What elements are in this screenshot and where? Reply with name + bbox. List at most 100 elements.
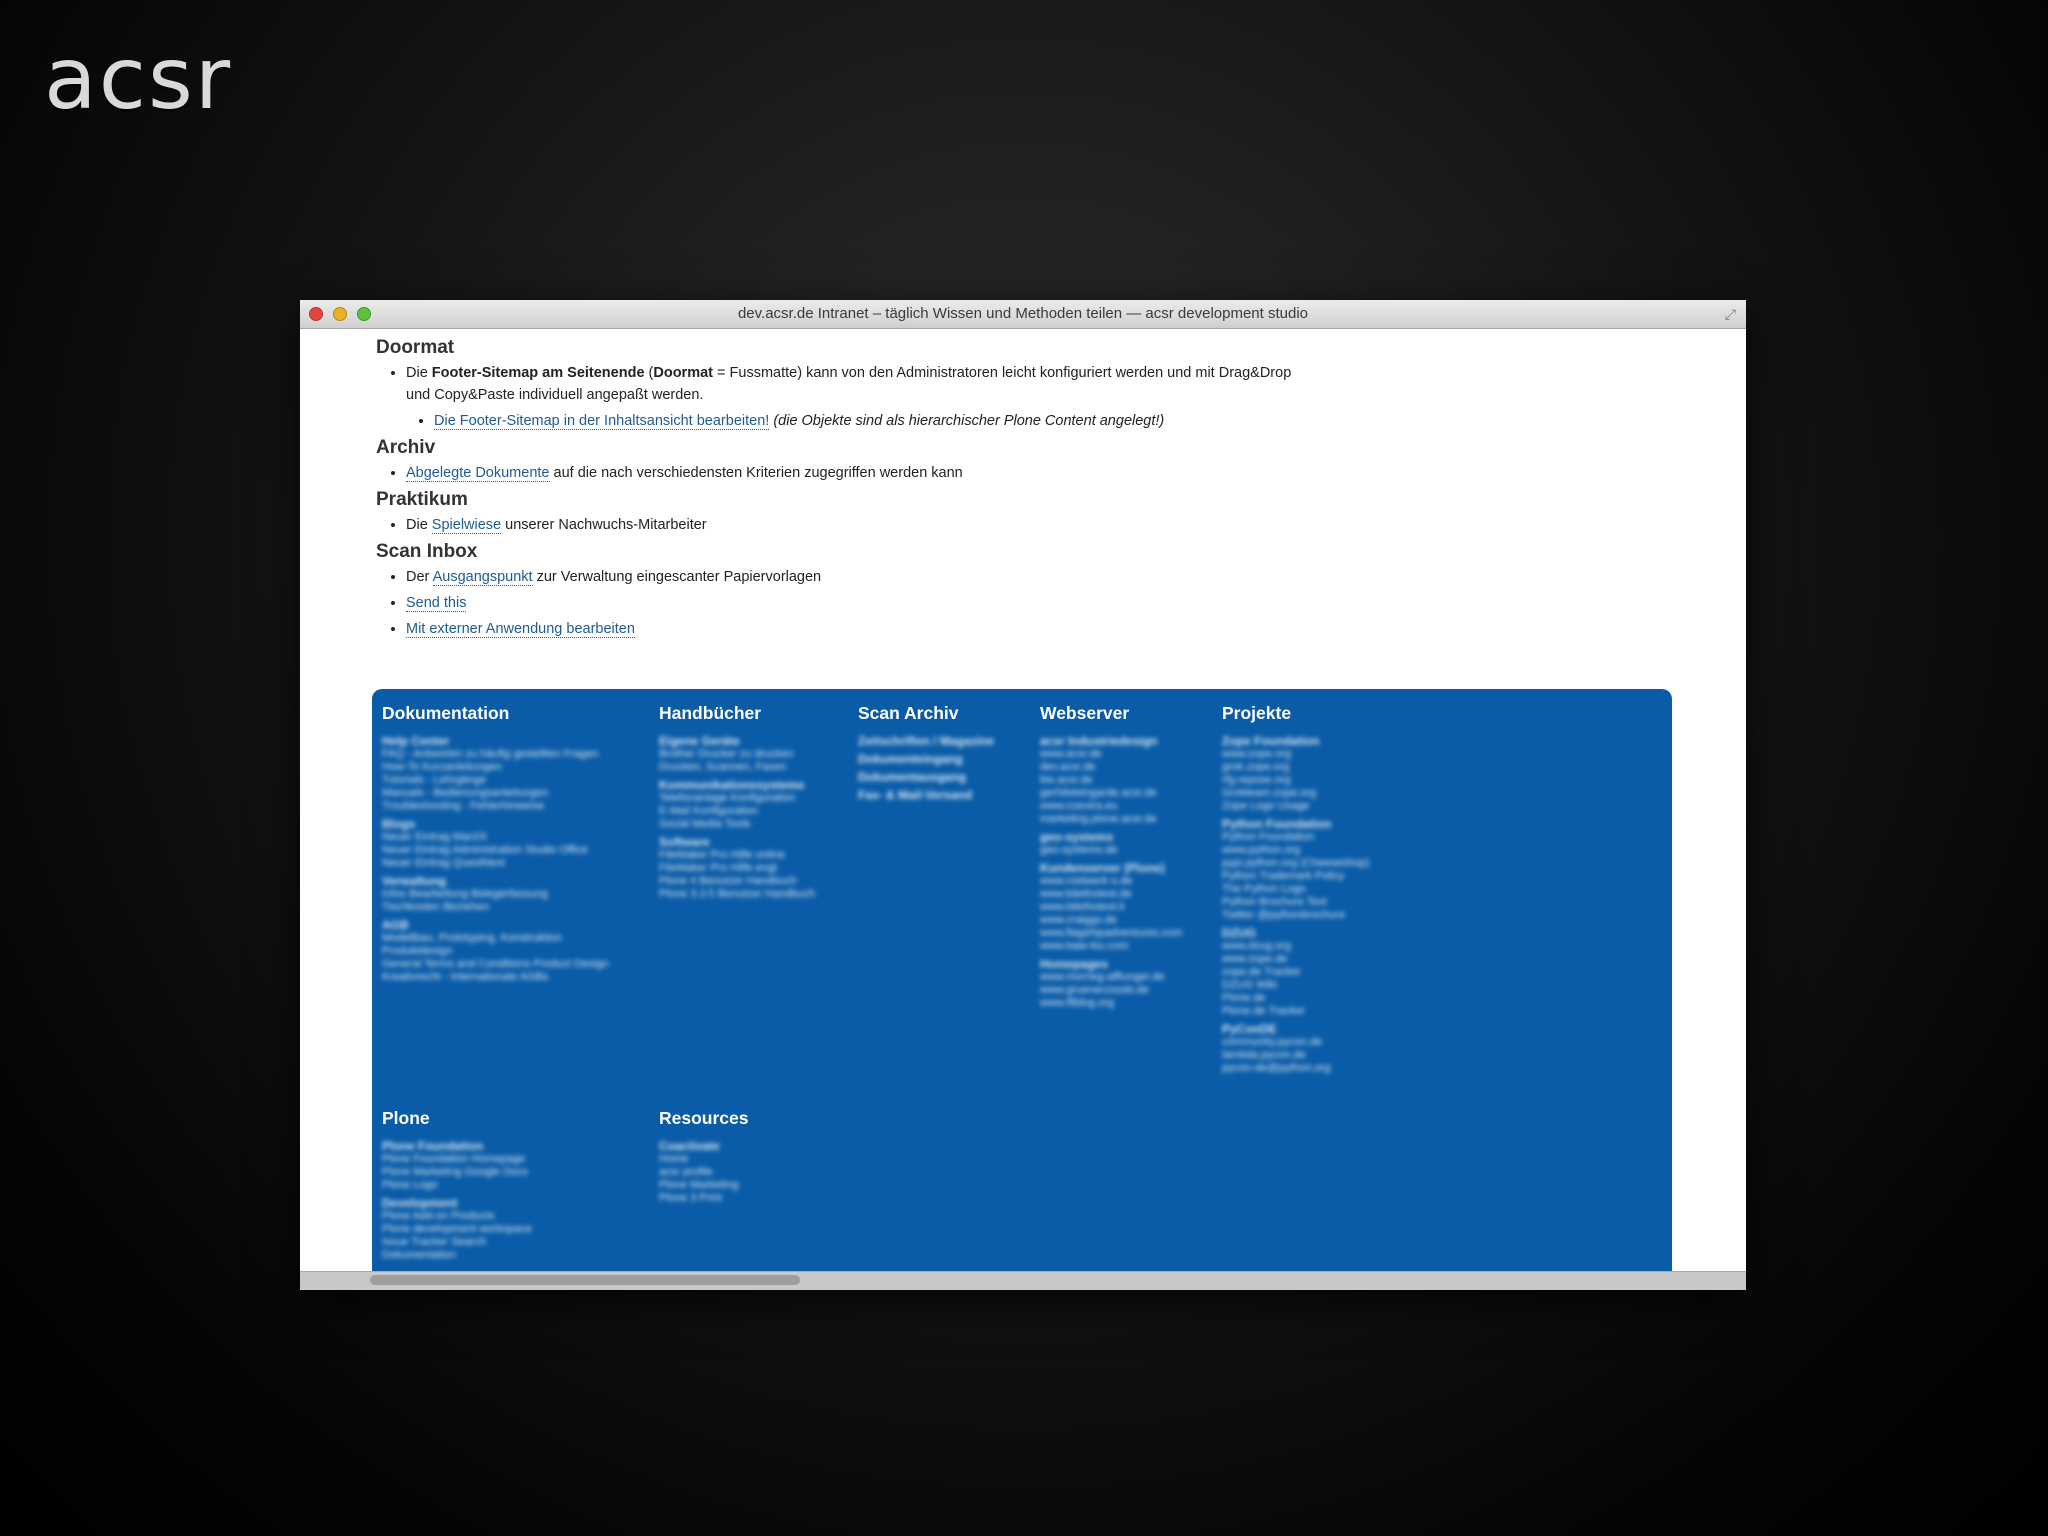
footer-column-heading[interactable]: Webserver bbox=[1040, 703, 1215, 724]
footer-link[interactable]: www.gruenerzoosb.de bbox=[1040, 984, 1215, 997]
footer-link[interactable]: Telefonanlage Konfiguration bbox=[659, 792, 849, 805]
footer-link[interactable]: Plone 3.3.5 Benutzer Handbuch bbox=[659, 888, 849, 901]
footer-link[interactable]: Python Brochure Text bbox=[1222, 896, 1422, 909]
footer-link[interactable]: www.python.org bbox=[1222, 844, 1422, 857]
footer-group-title[interactable]: PyConDE bbox=[1222, 1022, 1422, 1036]
footer-group-title[interactable]: Coactivate bbox=[659, 1139, 849, 1153]
footer-link[interactable]: rfg.repose.org bbox=[1222, 774, 1422, 787]
footer-link[interactable]: zope.de Tracker bbox=[1222, 966, 1422, 979]
footer-group-title[interactable]: Fax- & Mail-Versand bbox=[858, 788, 1033, 802]
footer-link[interactable]: www.zope.de bbox=[1222, 953, 1422, 966]
footer-link[interactable]: Python Trademark Policy bbox=[1222, 870, 1422, 883]
footer-link[interactable]: Kreativrecht - Internationale AGBs bbox=[382, 971, 652, 984]
footer-link[interactable]: Plone.de bbox=[1222, 992, 1422, 1005]
footer-link[interactable]: FileMaker Pro Hilfe online bbox=[659, 849, 849, 862]
footer-link[interactable]: Dokumentation bbox=[382, 1249, 652, 1262]
footer-group-title[interactable]: Python Foundation bbox=[1222, 817, 1422, 831]
footer-link[interactable]: Modellbau, Prototyping, Konstruktion bbox=[382, 932, 652, 945]
footer-link[interactable]: E-Mail Konfiguration bbox=[659, 805, 849, 818]
footer-link[interactable]: www.dzug.org bbox=[1222, 940, 1422, 953]
footer-link[interactable]: www.coextra.eu bbox=[1040, 800, 1215, 813]
footer-link[interactable]: FileMaker Pro Hilfe engl. bbox=[659, 862, 849, 875]
footer-link[interactable]: community.pycon.de bbox=[1222, 1036, 1422, 1049]
playground-link[interactable]: Spielwiese bbox=[431, 517, 502, 534]
footer-link[interactable]: dev.acsr.de bbox=[1040, 761, 1215, 774]
footer-link[interactable]: Plone.de Tracker bbox=[1222, 1005, 1422, 1018]
scrollbar-thumb[interactable] bbox=[370, 1275, 800, 1285]
footer-link[interactable]: Plone 4 Benutzer Handbuch bbox=[659, 875, 849, 888]
fullscreen-icon[interactable]: ⤢ bbox=[1725, 306, 1736, 323]
footer-link[interactable]: Issue Tracker Search bbox=[382, 1236, 652, 1249]
footer-link[interactable]: Neuer Eintrag Mac0X bbox=[382, 831, 652, 844]
footer-column-heading[interactable]: Dokumentation bbox=[382, 703, 652, 724]
footer-group-title[interactable]: Homepages bbox=[1040, 957, 1215, 971]
footer-link[interactable]: Home bbox=[659, 1153, 849, 1166]
footer-link[interactable]: The Python Logo bbox=[1222, 883, 1422, 896]
footer-link[interactable]: marketing.plone.acsr.de bbox=[1040, 813, 1215, 826]
footer-link[interactable]: Python Foundation bbox=[1222, 831, 1422, 844]
footer-link[interactable]: pycon-de@python.org bbox=[1222, 1062, 1422, 1075]
footer-group-title[interactable]: Help Center bbox=[382, 734, 652, 748]
footer-link[interactable]: www.flagshipadventures.com bbox=[1040, 927, 1215, 940]
footer-link[interactable]: How-To Kurzanleitungen bbox=[382, 761, 652, 774]
footer-link[interactable]: www.morrieg-afflunger.de bbox=[1040, 971, 1215, 984]
footer-link[interactable]: Neuer Eintrag Administration Studio Offi… bbox=[382, 844, 652, 857]
footer-link[interactable]: Plone Marketing bbox=[659, 1179, 849, 1192]
footer-link[interactable]: Brother Drucker zu drucken bbox=[659, 748, 849, 761]
footer-link[interactable]: Plone Add-on Products bbox=[382, 1210, 652, 1223]
footer-group-title[interactable]: Dokumenteingang bbox=[858, 752, 1033, 766]
footer-column-heading[interactable]: Scan Archiv bbox=[858, 703, 1033, 724]
footer-group-title[interactable]: DZUG bbox=[1222, 926, 1422, 940]
footer-link[interactable]: Plone Marketing Google Docs bbox=[382, 1166, 652, 1179]
footer-link[interactable]: www.bilethotest.li bbox=[1040, 901, 1215, 914]
footer-link[interactable]: Troubleshooting - Fehlerhinweise bbox=[382, 800, 652, 813]
footer-column-heading[interactable]: Plone bbox=[382, 1108, 652, 1129]
footer-group-title[interactable]: Eigene Geräte bbox=[659, 734, 849, 748]
footer-link[interactable]: www.zope.org bbox=[1222, 748, 1422, 761]
footer-link[interactable]: lambda.pycon.de bbox=[1222, 1049, 1422, 1062]
footer-link[interactable]: FAQ - Antworten zu häufig gestellten Fra… bbox=[382, 748, 652, 761]
footer-link[interactable]: www.bilethotest.de bbox=[1040, 888, 1215, 901]
footer-link[interactable]: pypi.python.org (Cheeseshop) bbox=[1222, 857, 1422, 870]
footer-link[interactable]: Produktdesign bbox=[382, 945, 652, 958]
footer-column-heading[interactable]: Resources bbox=[659, 1108, 849, 1129]
footer-link[interactable]: Twitter @pythonbrochure bbox=[1222, 909, 1422, 922]
footer-link[interactable]: Infos Bearbeitung Belegerfassung bbox=[382, 888, 652, 901]
footer-link[interactable]: Grokteam.zope.org bbox=[1222, 787, 1422, 800]
footer-link[interactable]: DZUG Wiki bbox=[1222, 979, 1422, 992]
footer-link[interactable]: Tutorials - Lehrgänge bbox=[382, 774, 652, 787]
footer-link[interactable]: www.acsr.de bbox=[1040, 748, 1215, 761]
footer-group-title[interactable]: Blogs bbox=[382, 817, 652, 831]
footer-group-title[interactable]: AGB bbox=[382, 918, 652, 932]
footer-group-title[interactable]: Verwaltung bbox=[382, 874, 652, 888]
footer-link[interactable]: Manuals - Bedienungsanleitungen bbox=[382, 787, 652, 800]
footer-group-title[interactable]: acsr Industriedesign bbox=[1040, 734, 1215, 748]
external-edit-link[interactable]: Mit externer Anwendung bearbeiten bbox=[406, 621, 635, 638]
footer-link[interactable]: Zope Logo Usage bbox=[1222, 800, 1422, 813]
starting-point-link[interactable]: Ausgangspunkt bbox=[432, 569, 533, 586]
footer-group-title[interactable]: Zope Foundation bbox=[1222, 734, 1422, 748]
footer-group-title[interactable]: Plone Foundation bbox=[382, 1139, 652, 1153]
archived-documents-link[interactable]: Abgelegte Dokumente bbox=[406, 465, 550, 482]
footer-link[interactable]: www.craiggs.de bbox=[1040, 914, 1215, 927]
footer-link[interactable]: acsr profile bbox=[659, 1166, 849, 1179]
footer-column-heading[interactable]: Projekte bbox=[1222, 703, 1422, 724]
footer-link[interactable]: www.fllblog.org bbox=[1040, 997, 1215, 1010]
footer-link[interactable]: Plone Foundation Homepage bbox=[382, 1153, 652, 1166]
horizontal-scrollbar[interactable] bbox=[300, 1271, 1746, 1290]
footer-group-title[interactable]: Kundenserver (Plone) bbox=[1040, 861, 1215, 875]
send-this-link[interactable]: Send this bbox=[406, 595, 467, 612]
footer-group-title[interactable]: Software bbox=[659, 835, 849, 849]
footer-link[interactable]: geo-systems.de bbox=[1040, 844, 1215, 857]
footer-group-title[interactable]: geo-systems bbox=[1040, 830, 1215, 844]
edit-footer-sitemap-link[interactable]: Die Footer-Sitemap in der Inhaltsansicht… bbox=[434, 413, 770, 430]
footer-link[interactable]: bis.acsr.de bbox=[1040, 774, 1215, 787]
footer-link[interactable]: www.rostwerk-s.de bbox=[1040, 875, 1215, 888]
footer-link[interactable]: Drucken, Scannen, Faxen bbox=[659, 761, 849, 774]
footer-link[interactable]: General Terms and Conditions Product Des… bbox=[382, 958, 652, 971]
footer-link[interactable]: Tischkosten Beziehen bbox=[382, 901, 652, 914]
footer-group-title[interactable]: Development bbox=[382, 1196, 652, 1210]
footer-link[interactable]: Plone 3 Print bbox=[659, 1192, 849, 1205]
footer-link[interactable]: Neuer Eintrag QuestNext bbox=[382, 857, 652, 870]
footer-group-title[interactable]: Zeitschriften / Magazine bbox=[858, 734, 1033, 748]
